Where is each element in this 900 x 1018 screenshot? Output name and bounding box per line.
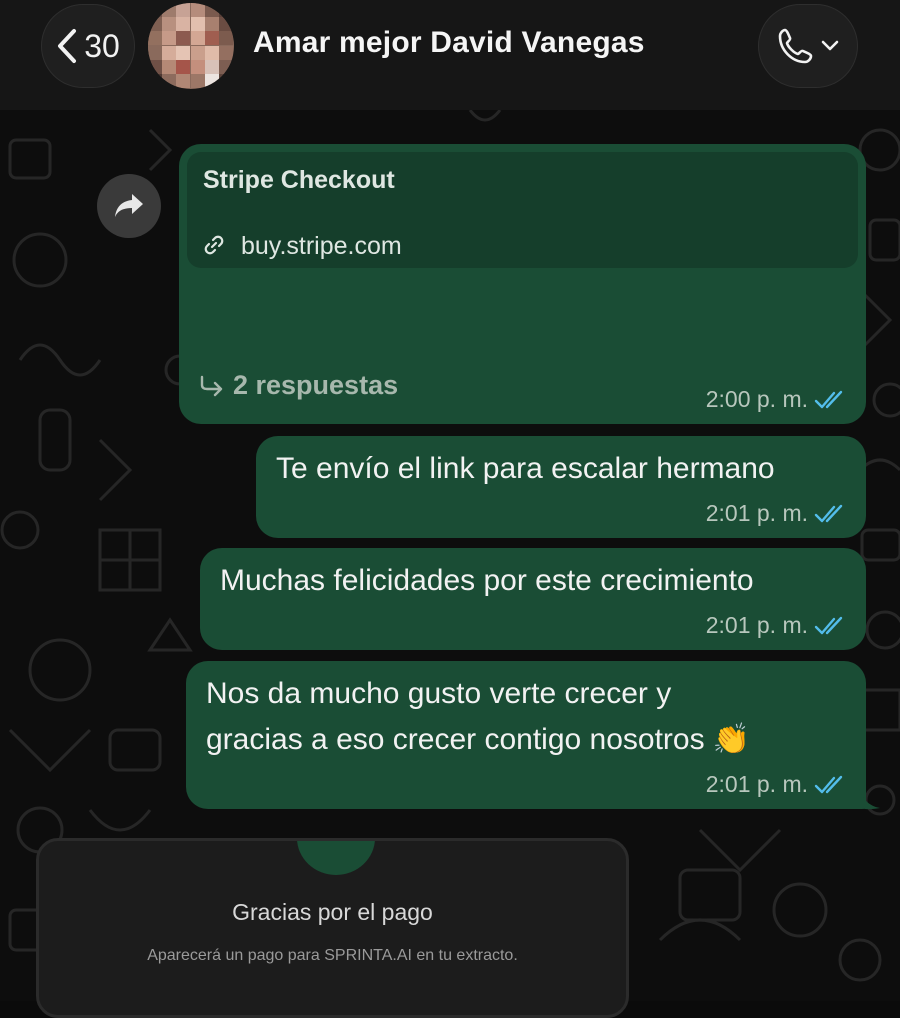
message-bubble-link-preview[interactable]: Stripe Checkout buy.stripe.com 2 respues… (179, 144, 866, 424)
forward-button[interactable] (97, 174, 161, 238)
link-preview-title: Stripe Checkout (203, 166, 395, 194)
message-meta: 2:01 p. m. (706, 612, 848, 639)
message-meta: 2:01 p. m. (706, 771, 848, 798)
reply-arrow-icon (200, 375, 223, 396)
double-check-icon (814, 390, 843, 408)
message-time: 2:01 p. m. (705, 771, 808, 797)
replies-link[interactable]: 2 respuestas (199, 370, 398, 401)
message-meta: 2:00 p. m. (706, 386, 848, 413)
back-button[interactable]: 30 (41, 4, 135, 88)
chevron-down-icon (821, 40, 839, 51)
success-circle (297, 841, 375, 875)
avatar[interactable] (148, 3, 234, 89)
link-preview-url: buy.stripe.com (241, 232, 402, 260)
message-text-line-1: Nos da mucho gusto verte crecer y (206, 677, 672, 710)
message-bubble[interactable]: Te envío el link para escalar hermano 2:… (256, 436, 866, 538)
link-preview-card[interactable]: Stripe Checkout buy.stripe.com (187, 152, 858, 268)
double-check-icon (814, 616, 843, 634)
double-check-icon (814, 775, 843, 793)
message-time: 2:01 p. m. (705, 612, 808, 638)
bubble-tail (858, 786, 880, 810)
message-time: 2:00 p. m. (705, 386, 808, 412)
forward-arrow-icon (115, 194, 143, 217)
chat-header: 30 Amar mejor David Vanegas (0, 0, 900, 110)
contact-name[interactable]: Amar mejor David Vanegas (253, 26, 645, 60)
chevron-left-icon (58, 29, 77, 63)
call-button[interactable] (758, 4, 858, 88)
message-bubble[interactable]: Muchas felicidades por este crecimiento … (200, 548, 866, 650)
double-check-icon (814, 504, 843, 522)
unread-count: 30 (84, 27, 120, 64)
message-text: Te envío el link para escalar hermano (276, 452, 775, 485)
link-icon (204, 235, 224, 255)
message-time: 2:01 p. m. (705, 500, 808, 526)
message-text: Muchas felicidades por este crecimiento (220, 564, 754, 597)
receipt-subtitle: Aparecerá un pago para SPRINTA.AI en tu … (147, 947, 518, 964)
phone-icon (778, 28, 813, 64)
message-bubble[interactable]: Nos da mucho gusto verte crecer y gracia… (186, 661, 866, 809)
replies-count: 2 respuestas (233, 370, 399, 400)
payment-receipt-image[interactable]: Gracias por el pago Aparecerá un pago pa… (36, 838, 629, 1018)
message-meta: 2:01 p. m. (706, 500, 848, 527)
receipt-title: Gracias por el pago (232, 899, 433, 925)
message-text-line-2: gracias a eso crecer contigo nosotros 👏 (206, 723, 751, 756)
